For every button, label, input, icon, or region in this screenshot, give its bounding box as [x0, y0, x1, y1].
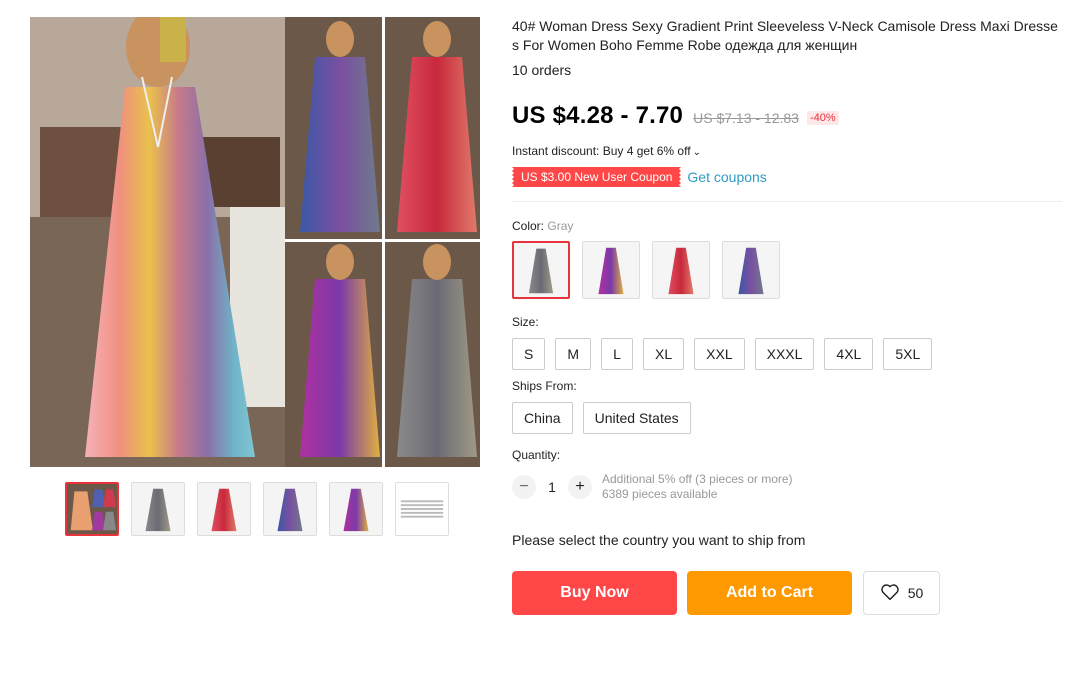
ships-from-united-states[interactable]: United States — [582, 402, 691, 434]
heart-icon — [880, 583, 900, 604]
get-coupons-link[interactable]: Get coupons — [687, 169, 766, 185]
color-swatch-red[interactable] — [652, 241, 710, 299]
orders-count: 10 orders — [512, 62, 572, 78]
size-option-l[interactable]: L — [601, 338, 634, 370]
color-swatch-gray[interactable] — [512, 241, 570, 299]
size-option-xxl[interactable]: XXL — [694, 338, 745, 370]
divider — [512, 201, 1062, 202]
color-label: Color: Gray — [512, 219, 1062, 233]
size-option-s[interactable]: S — [512, 338, 546, 370]
thumbnail-gray[interactable] — [131, 482, 185, 536]
ships-from-china[interactable]: China — [512, 402, 573, 434]
bulk-discount-note: Additional 5% off (3 pieces or more) — [602, 472, 793, 486]
size-option-xl[interactable]: XL — [643, 338, 685, 370]
thumbnail-purple[interactable] — [329, 482, 383, 536]
color-swatch-blue-purple[interactable] — [722, 241, 780, 299]
wishlist-button[interactable]: 50 — [863, 571, 940, 615]
size-option-5xl[interactable]: 5XL — [883, 338, 933, 370]
chevron-down-icon: ⌄ — [692, 147, 701, 158]
main-product-image[interactable] — [30, 17, 480, 467]
color-swatch-purple[interactable] — [582, 241, 640, 299]
thumbnail-strip — [65, 482, 449, 536]
instant-discount[interactable]: Instant discount: Buy 4 get 6% off ⌄ — [512, 144, 1062, 158]
wishlist-count: 50 — [907, 585, 924, 601]
size-option-4xl[interactable]: 4XL — [824, 338, 874, 370]
add-to-cart-button[interactable]: Add to Cart — [687, 571, 852, 615]
current-price: US $4.28 - 7.70 — [512, 102, 684, 129]
ships-from-options: China United States — [512, 402, 1062, 434]
thumbnail-collage[interactable] — [65, 482, 119, 536]
quantity-label: Quantity: — [512, 448, 561, 462]
thumbnail-blue-purple[interactable] — [263, 482, 317, 536]
color-swatches — [512, 241, 1062, 299]
price-row: US $4.28 - 7.70 US $7.13 - 12.83 -40% — [512, 102, 1062, 130]
product-info-panel: 40# Woman Dress Sexy Gradient Print Slee… — [512, 17, 1062, 615]
instant-discount-text: Instant discount: Buy 4 get 6% off — [512, 144, 691, 158]
color-selected-value: Gray — [547, 219, 574, 233]
original-price: US $7.13 - 12.83 — [693, 110, 799, 126]
coupon-row: US $3.00 New User Coupon Get coupons — [512, 167, 1062, 187]
color-label-text: Color: — [512, 219, 545, 233]
ships-from-label: Ships From: — [512, 379, 577, 393]
thumbnail-red[interactable] — [197, 482, 251, 536]
ship-country-message: Please select the country you want to sh… — [512, 532, 806, 548]
size-options: S M L XL XXL XXXL 4XL 5XL — [512, 338, 1062, 370]
buy-now-button[interactable]: Buy Now — [512, 571, 677, 615]
size-label: Size: — [512, 315, 539, 329]
size-option-xxxl[interactable]: XXXL — [754, 338, 815, 370]
size-option-m[interactable]: M — [555, 338, 592, 370]
stock-available: 6389 pieces available — [602, 487, 718, 501]
action-buttons: Buy Now Add to Cart 50 — [512, 571, 1062, 615]
discount-badge: -40% — [806, 111, 839, 125]
thumbnail-size-chart[interactable] — [395, 482, 449, 536]
quantity-increase-button[interactable]: + — [568, 475, 592, 499]
quantity-input[interactable]: 1 — [536, 479, 568, 495]
quantity-note: Additional 5% off (3 pieces or more) 638… — [602, 472, 793, 502]
quantity-stepper: − 1 + Additional 5% off (3 pieces or mor… — [512, 472, 1062, 502]
quantity-decrease-button[interactable]: − — [512, 475, 536, 499]
product-title: 40# Woman Dress Sexy Gradient Print Slee… — [512, 18, 1058, 53]
new-user-coupon[interactable]: US $3.00 New User Coupon — [512, 167, 682, 187]
